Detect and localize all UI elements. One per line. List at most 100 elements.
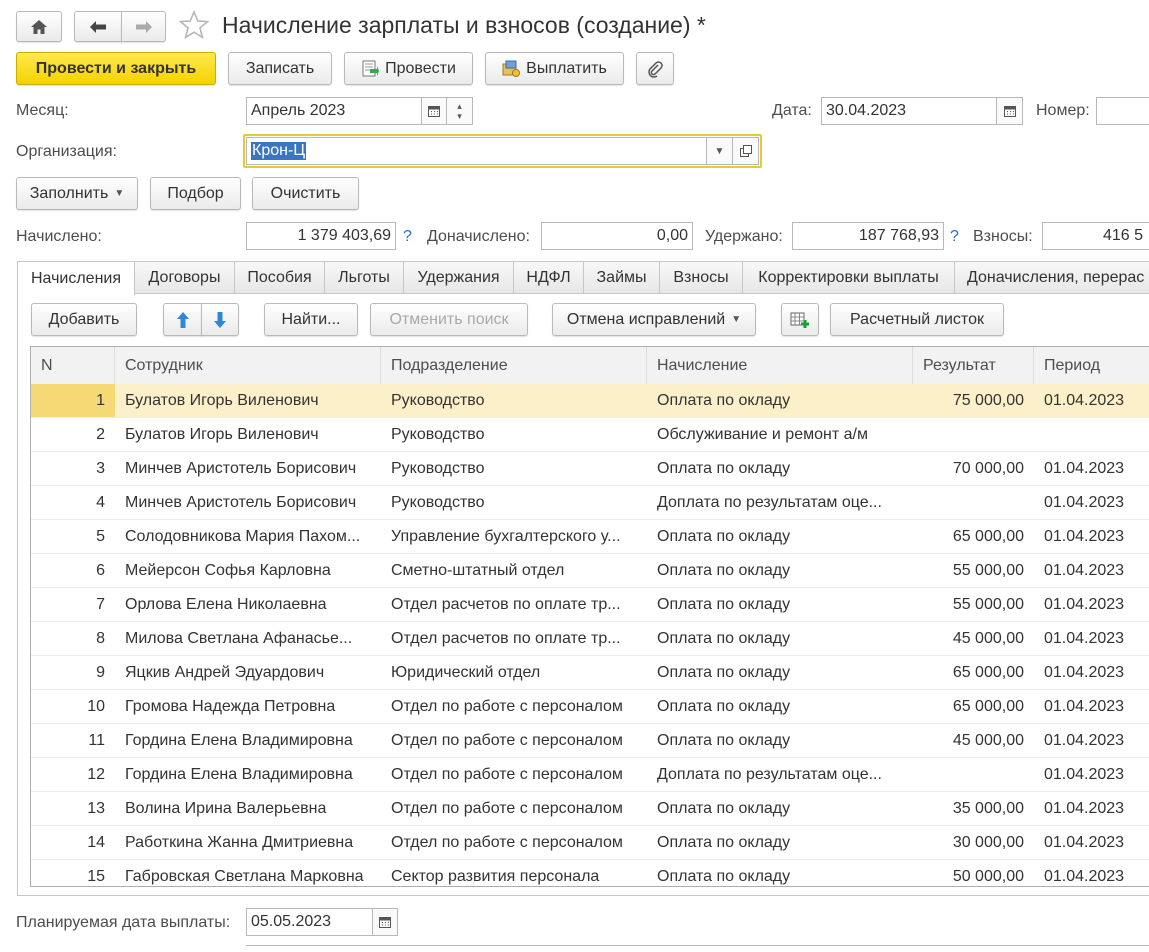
column-header-accrual[interactable]: Начисление bbox=[647, 347, 913, 384]
clear-button[interactable]: Очистить bbox=[252, 177, 359, 210]
cell-department: Отдел по работе с персоналом bbox=[391, 697, 623, 715]
table-row[interactable]: 10 Громова Надежда Петровна Отдел по работ… bbox=[31, 690, 1149, 724]
cell-n: 12 bbox=[87, 765, 105, 783]
cell-accrual: Оплата по окладу bbox=[657, 527, 791, 545]
pay-date-calendar-button[interactable] bbox=[372, 908, 398, 936]
date-calendar-button[interactable] bbox=[996, 97, 1023, 125]
pay-button[interactable]: Выплатить bbox=[485, 52, 624, 85]
cell-employee: Габровская Светлана Марковна bbox=[125, 867, 364, 885]
tab-accruals[interactable]: Начисления bbox=[17, 261, 135, 295]
withheld-help-icon[interactable]: ? bbox=[950, 228, 959, 246]
month-calendar-button[interactable] bbox=[421, 97, 447, 125]
cell-period: 01.04.2023 bbox=[1044, 493, 1125, 511]
column-header-n[interactable]: N bbox=[31, 347, 115, 384]
cell-department: Отдел по работе с персоналом bbox=[391, 833, 623, 851]
table-row[interactable]: 1 Булатов Игорь Виленович Руководство Оплат… bbox=[31, 384, 1149, 418]
cell-accrual: Оплата по окладу bbox=[657, 833, 791, 851]
back-button[interactable] bbox=[74, 11, 122, 42]
column-header-employee[interactable]: Сотрудник bbox=[115, 347, 381, 384]
cancel-search-button[interactable]: Отменить поиск bbox=[370, 303, 528, 336]
fill-button[interactable]: Заполнить ▼ bbox=[16, 177, 138, 210]
move-up-button[interactable] bbox=[163, 303, 202, 336]
organization-value: Крон-Ц bbox=[251, 142, 307, 160]
table-row[interactable]: 7 Орлова Елена Николаевна Отдел расчетов п… bbox=[31, 588, 1149, 622]
save-button[interactable]: Записать bbox=[228, 52, 332, 85]
forward-button[interactable] bbox=[121, 11, 166, 42]
column-header-period[interactable]: Период bbox=[1034, 347, 1149, 384]
payslip-button[interactable]: Расчетный листок bbox=[830, 303, 1004, 336]
cell-employee: Милова Светлана Афанасье... bbox=[125, 629, 353, 647]
cell-n: 5 bbox=[96, 527, 105, 545]
tab-payment-corrections[interactable]: Корректировки выплаты bbox=[742, 261, 955, 294]
table-row[interactable]: 15 Габровская Светлана Марковна Сектор раз… bbox=[31, 860, 1149, 886]
tab-recalculations[interactable]: Доначисления, перерас bbox=[954, 261, 1149, 294]
cell-department: Отдел по работе с персоналом bbox=[391, 799, 623, 817]
table-row[interactable]: 13 Волина Ирина Валерьевна Отдел по работе… bbox=[31, 792, 1149, 826]
post-button[interactable]: Провести bbox=[344, 52, 473, 85]
number-label: Номер: bbox=[1036, 102, 1090, 119]
cancel-corrections-label: Отмена исправлений bbox=[566, 310, 726, 328]
cell-result: 55 000,00 bbox=[952, 595, 1024, 613]
tab-privileges[interactable]: Льготы bbox=[324, 261, 404, 294]
chevron-down-icon: ▼ bbox=[731, 314, 742, 325]
add-table-button[interactable] bbox=[781, 303, 819, 336]
accruals-table[interactable]: N Сотрудник Подразделение Начисление Рез… bbox=[30, 346, 1149, 887]
arrow-down-icon bbox=[214, 311, 226, 328]
cell-result bbox=[913, 418, 1034, 451]
table-row[interactable]: 3 Минчев Аристотель Борисович Руководство О… bbox=[31, 452, 1149, 486]
favorite-star-icon[interactable] bbox=[179, 10, 209, 40]
tab-deductions[interactable]: Удержания bbox=[403, 261, 514, 294]
attach-button[interactable] bbox=[636, 52, 674, 85]
cell-result: 65 000,00 bbox=[952, 697, 1024, 715]
cell-n: 6 bbox=[96, 561, 105, 579]
date-label: Дата: bbox=[772, 102, 812, 119]
tab-loans[interactable]: Займы bbox=[583, 261, 660, 294]
cell-employee: Гордина Елена Владимировна bbox=[125, 731, 353, 749]
organization-dropdown-button[interactable]: ▼ bbox=[706, 137, 733, 165]
cell-employee: Мейерсон Софья Карловна bbox=[125, 561, 331, 579]
home-icon bbox=[31, 19, 47, 34]
table-row[interactable]: 6 Мейерсон Софья Карловна Сметно-штатный о… bbox=[31, 554, 1149, 588]
table-row[interactable]: 5 Солодовникова Мария Пахом... Управление … bbox=[31, 520, 1149, 554]
tab-ndfl[interactable]: НДФЛ bbox=[513, 261, 584, 294]
pick-button[interactable]: Подбор bbox=[150, 177, 241, 210]
post-and-close-button[interactable]: Провести и закрыть bbox=[16, 52, 216, 85]
cell-department: Сметно-штатный отдел bbox=[391, 561, 565, 579]
table-row[interactable]: 4 Минчев Аристотель Борисович Руководство Д… bbox=[31, 486, 1149, 520]
organization-open-button[interactable] bbox=[732, 137, 759, 165]
cell-n: 4 bbox=[96, 493, 105, 511]
table-row[interactable]: 11 Гордина Елена Владимировна Отдел по раб… bbox=[31, 724, 1149, 758]
tab-benefits[interactable]: Пособия bbox=[234, 261, 325, 294]
stepper-down-icon[interactable]: ▾ bbox=[457, 111, 462, 121]
cell-n: 14 bbox=[87, 833, 105, 851]
month-stepper[interactable]: ▴ ▾ bbox=[446, 97, 473, 125]
home-button[interactable] bbox=[16, 11, 62, 42]
cell-employee: Орлова Елена Николаевна bbox=[125, 595, 327, 613]
cancel-corrections-button[interactable]: Отмена исправлений ▼ bbox=[552, 303, 756, 336]
pay-date-field[interactable]: 05.05.2023 bbox=[246, 908, 373, 936]
month-field[interactable]: Апрель 2023 bbox=[246, 97, 422, 125]
table-row[interactable]: 2 Булатов Игорь Виленович Руководство Обслу… bbox=[31, 418, 1149, 452]
stepper-up-icon[interactable]: ▴ bbox=[457, 101, 462, 111]
cell-n: 13 bbox=[87, 799, 105, 817]
column-header-department[interactable]: Подразделение bbox=[381, 347, 647, 384]
accrued-help-icon[interactable]: ? bbox=[403, 228, 412, 246]
table-row[interactable]: 12 Гордина Елена Владимировна Отдел по раб… bbox=[31, 758, 1149, 792]
date-field[interactable]: 30.04.2023 bbox=[821, 97, 997, 125]
cell-period: 01.04.2023 bbox=[1044, 833, 1125, 851]
cell-employee: Яцкив Андрей Эдуардович bbox=[125, 663, 325, 681]
table-row[interactable]: 8 Милова Светлана Афанасье... Отдел расчет… bbox=[31, 622, 1149, 656]
find-button[interactable]: Найти... bbox=[264, 303, 358, 336]
cell-result: 55 000,00 bbox=[952, 561, 1024, 579]
table-row[interactable]: 14 Работкина Жанна Дмитриевна Отдел по раб… bbox=[31, 826, 1149, 860]
organization-field[interactable]: Крон-Ц bbox=[246, 137, 707, 165]
add-row-button[interactable]: Добавить bbox=[31, 303, 137, 336]
number-field[interactable] bbox=[1096, 97, 1149, 125]
tab-contracts[interactable]: Договоры bbox=[134, 261, 235, 294]
tab-contributions[interactable]: Взносы bbox=[659, 261, 743, 294]
table-row[interactable]: 9 Яцкив Андрей Эдуардович Юридический отде… bbox=[31, 656, 1149, 690]
cell-period bbox=[1034, 418, 1149, 451]
column-header-result[interactable]: Результат bbox=[913, 347, 1034, 384]
move-down-button[interactable] bbox=[201, 303, 239, 336]
cell-n: 9 bbox=[96, 663, 105, 681]
